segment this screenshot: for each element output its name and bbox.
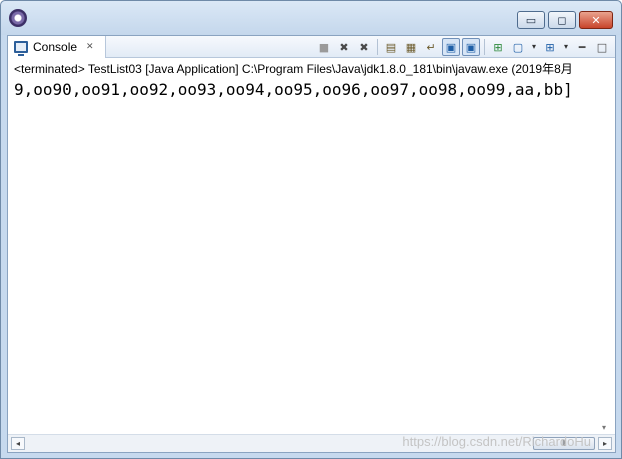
scroll-down-icon[interactable]: ▾: [602, 423, 606, 432]
tab-console[interactable]: Console ✕: [8, 36, 106, 58]
close-tab-icon[interactable]: ✕: [86, 42, 94, 52]
maximize-view-icon[interactable]: □: [593, 38, 611, 56]
minimize-window-button[interactable]: ▭: [517, 11, 545, 29]
eclipse-app-icon: [9, 9, 27, 27]
pin-console-icon[interactable]: ⊞: [489, 38, 507, 56]
title-bar[interactable]: ▭ ◻ ✕: [1, 1, 621, 35]
console-view: Console ✕ ■ ✖ ✖ ▤ ▦ ↵ ▣ ▣ ⊞ ▢ ▾ ⊞ ▾ ━ □: [7, 35, 616, 453]
scroll-left-button[interactable]: ◂: [11, 437, 25, 450]
open-console-icon[interactable]: ⊞: [541, 38, 559, 56]
vertical-scrollbar[interactable]: ▾: [598, 78, 615, 434]
show-on-stdout-icon[interactable]: ▣: [442, 38, 460, 56]
watermark-text: https://blog.csdn.net/RichardoHu: [402, 434, 591, 449]
console-status-line: <terminated> TestList03 [Java Applicatio…: [14, 62, 573, 76]
scroll-right-button[interactable]: ▸: [598, 437, 612, 450]
console-toolbar: ■ ✖ ✖ ▤ ▦ ↵ ▣ ▣ ⊞ ▢ ▾ ⊞ ▾ ━ □: [315, 38, 611, 56]
remove-all-terminated-icon[interactable]: ✖: [355, 38, 373, 56]
restore-window-button[interactable]: ◻: [548, 11, 576, 29]
display-selected-console-icon[interactable]: ▢: [509, 38, 527, 56]
console-icon: [14, 41, 28, 56]
window-controls: ▭ ◻ ✕: [517, 11, 613, 29]
clear-console-icon[interactable]: ▤: [382, 38, 400, 56]
scroll-lock-icon[interactable]: ▦: [402, 38, 420, 56]
view-tab-bar: Console ✕ ■ ✖ ✖ ▤ ▦ ↵ ▣ ▣ ⊞ ▢ ▾ ⊞ ▾ ━ □: [8, 36, 615, 58]
toolbar-separator: [484, 39, 485, 55]
word-wrap-icon[interactable]: ↵: [422, 38, 440, 56]
console-window: ▭ ◻ ✕ Console ✕ ■ ✖ ✖ ▤ ▦ ↵ ▣ ▣ ⊞ ▢ ▾ ⊞ …: [0, 0, 622, 459]
chevron-down-icon[interactable]: ▾: [561, 38, 571, 56]
remove-launch-icon[interactable]: ✖: [335, 38, 353, 56]
horizontal-scrollbar[interactable]: ◂ ⦀ ▸ https://blog.csdn.net/RichardoHu: [8, 434, 615, 452]
console-output-text[interactable]: 9,oo90,oo91,oo92,oo93,oo94,oo95,oo96,oo9…: [14, 80, 598, 102]
toolbar-separator: [377, 39, 378, 55]
close-window-button[interactable]: ✕: [579, 11, 613, 29]
show-on-stderr-icon[interactable]: ▣: [462, 38, 480, 56]
chevron-down-icon[interactable]: ▾: [529, 38, 539, 56]
minimize-view-icon[interactable]: ━: [573, 38, 591, 56]
tab-console-label: Console: [33, 40, 78, 54]
terminate-icon[interactable]: ■: [315, 38, 333, 56]
